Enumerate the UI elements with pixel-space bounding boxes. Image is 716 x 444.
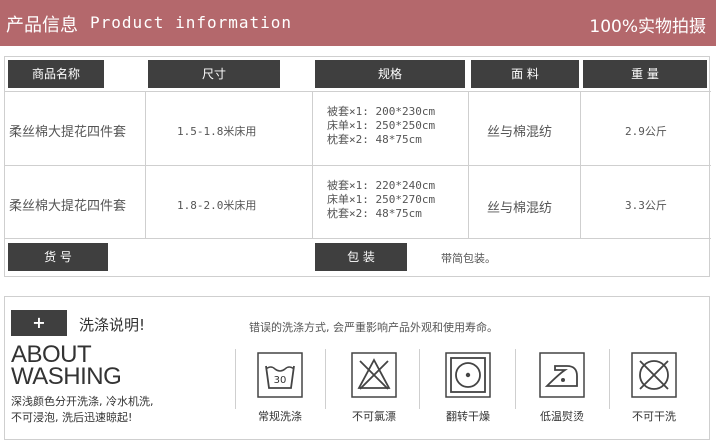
row1-spec-line: 床单×1: 250*250cm bbox=[327, 119, 436, 132]
wash-30-label: 常规洗涤 bbox=[258, 410, 302, 423]
tumble-dry-icon bbox=[445, 352, 491, 398]
col-header-spec: 规格 bbox=[315, 60, 465, 88]
package-value: 带简包装。 bbox=[441, 252, 496, 265]
low-iron-label: 低温熨烫 bbox=[540, 410, 584, 423]
row1-weight: 2.9公斤 bbox=[625, 125, 667, 138]
washing-description-line: 深浅颜色分开洗涤, 冷水机洗, bbox=[11, 395, 154, 408]
row2-spec: 被套×1: 220*240cm 床单×1: 250*270cm 枕套×2: 48… bbox=[327, 179, 435, 221]
washing-title: 洗涤说明! bbox=[79, 316, 146, 334]
tumble-dry-label: 翻转干燥 bbox=[446, 410, 490, 423]
about-line: WASHING bbox=[11, 363, 122, 390]
spec-table: 商品名称 尺寸 规格 面 料 重 量 柔丝棉大提花四件套 1.5-1.8米床用 … bbox=[4, 56, 711, 277]
col-header-name: 商品名称 bbox=[8, 60, 104, 88]
header-title-en: Product information bbox=[90, 13, 293, 32]
row1-spec: 被套×1: 200*230cm 床单×1: 250*250cm 枕套×2: 48… bbox=[327, 105, 435, 147]
table-divider bbox=[468, 91, 469, 238]
row1-size: 1.5-1.8米床用 bbox=[177, 125, 257, 138]
wash-30-icon: 30 bbox=[257, 352, 303, 398]
table-divider bbox=[5, 238, 711, 239]
row2-spec-line: 床单×1: 250*270cm bbox=[327, 193, 436, 206]
wash-temp-label: 30 bbox=[274, 375, 287, 386]
icon-divider bbox=[609, 349, 610, 409]
header-title-cn: 产品信息 bbox=[6, 15, 78, 36]
row2-weight: 3.3公斤 bbox=[625, 199, 667, 212]
table-divider bbox=[312, 91, 313, 238]
washing-warning-note: 错误的洗涤方式, 会严重影响产品外观和使用寿命。 bbox=[249, 321, 498, 334]
no-bleach-icon bbox=[351, 352, 397, 398]
item-number-label: 货 号 bbox=[8, 243, 108, 271]
icon-divider bbox=[515, 349, 516, 409]
row1-product-name: 柔丝棉大提花四件套 bbox=[9, 125, 127, 140]
product-info-header: 产品信息 Product information 100%实物拍摄 bbox=[0, 0, 716, 46]
about-washing-heading: ABOUT WASHING bbox=[11, 343, 122, 390]
row1-spec-line: 被套×1: 200*230cm bbox=[327, 105, 436, 118]
plus-badge: + bbox=[11, 310, 67, 336]
col-header-weight: 重 量 bbox=[583, 60, 707, 88]
package-label: 包 装 bbox=[315, 243, 407, 271]
table-divider bbox=[5, 91, 711, 92]
table-divider bbox=[580, 91, 581, 238]
header-real-photo-note: 100%实物拍摄 bbox=[589, 17, 706, 37]
washing-description-line: 不可浸泡, 洗后迅速晾起! bbox=[11, 411, 133, 424]
icon-divider bbox=[235, 349, 236, 409]
no-dry-clean-label: 不可干洗 bbox=[632, 410, 676, 423]
row1-fabric: 丝与棉混纺 bbox=[487, 125, 553, 140]
row2-size: 1.8-2.0米床用 bbox=[177, 199, 257, 212]
icon-divider bbox=[325, 349, 326, 409]
icon-divider bbox=[419, 349, 420, 409]
row1-spec-line: 枕套×2: 48*75cm bbox=[327, 133, 422, 146]
col-header-size: 尺寸 bbox=[148, 60, 280, 88]
washing-description: 深浅颜色分开洗涤, 冷水机洗, 不可浸泡, 洗后迅速晾起! bbox=[11, 394, 154, 426]
table-divider bbox=[145, 91, 146, 238]
row2-product-name: 柔丝棉大提花四件套 bbox=[9, 199, 127, 214]
low-iron-icon bbox=[539, 352, 585, 398]
col-header-fabric: 面 料 bbox=[471, 60, 579, 88]
row2-fabric: 丝与棉混纺 bbox=[487, 201, 553, 216]
washing-section: + 洗涤说明! 错误的洗涤方式, 会严重影响产品外观和使用寿命。 ABOUT W… bbox=[4, 296, 710, 440]
no-dry-clean-icon bbox=[631, 352, 677, 398]
no-bleach-label: 不可氯漂 bbox=[352, 410, 396, 423]
row2-spec-line: 被套×1: 220*240cm bbox=[327, 179, 436, 192]
table-divider bbox=[5, 165, 711, 166]
row2-spec-line: 枕套×2: 48*75cm bbox=[327, 207, 422, 220]
